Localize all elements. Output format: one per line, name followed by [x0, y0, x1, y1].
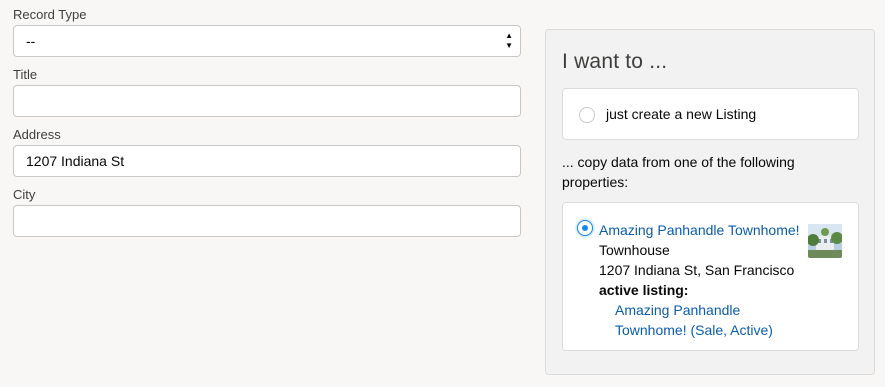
record-type-value: --	[26, 33, 36, 49]
new-listing-option[interactable]: just create a new Listing	[562, 88, 859, 140]
city-label: City	[13, 187, 36, 202]
record-type-label: Record Type	[13, 7, 87, 22]
title-input[interactable]	[13, 85, 521, 117]
new-listing-radio[interactable]	[579, 107, 595, 123]
property-address: 1207 Indiana St, San Francisco	[599, 262, 795, 278]
active-listing-label: active listing:	[599, 282, 689, 298]
new-listing-label: just create a new Listing	[606, 106, 757, 122]
property-name-link[interactable]: Amazing Panhandle Townhome!	[599, 220, 800, 240]
property-photo-icon	[808, 224, 842, 258]
city-input[interactable]	[13, 205, 521, 237]
active-listing-link-line2[interactable]: Townhome! (Sale, Active)	[615, 320, 773, 340]
select-arrows-icon: ▲ ▼	[505, 31, 513, 50]
property-type: Townhouse	[599, 242, 670, 258]
address-label: Address	[13, 127, 61, 142]
property-option[interactable]: Amazing Panhandle Townhome! Townhouse 12…	[562, 202, 859, 351]
panel-title: I want to ...	[562, 50, 668, 73]
listing-options-panel: I want to ... just create a new Listing …	[545, 29, 875, 375]
record-type-select[interactable]: -- ▲ ▼	[13, 25, 521, 57]
active-listing-link-line1[interactable]: Amazing Panhandle	[615, 300, 740, 320]
copy-prompt: ... copy data from one of the following …	[562, 154, 795, 190]
property-radio[interactable]	[577, 220, 593, 236]
address-input[interactable]: 1207 Indiana St	[13, 145, 521, 177]
title-label: Title	[13, 67, 38, 82]
